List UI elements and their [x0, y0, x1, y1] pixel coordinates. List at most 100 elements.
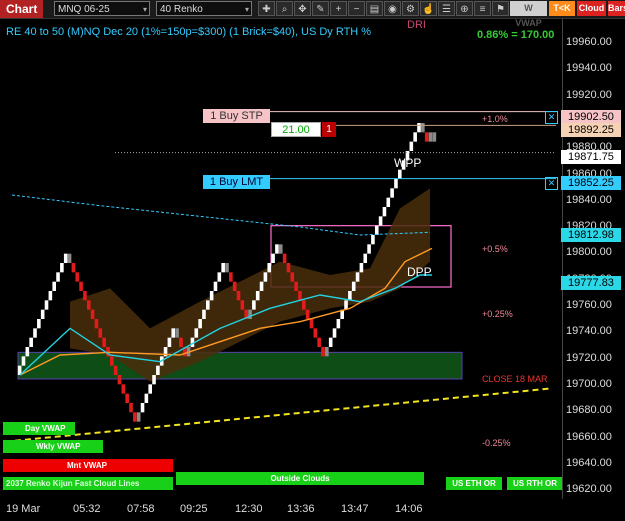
price-tick-label: 19700.00	[566, 377, 612, 390]
renko-brick	[248, 309, 252, 319]
instrument-selector[interactable]: MNQ 06-25 ▾	[54, 1, 150, 16]
renko-brick	[336, 319, 341, 329]
cloud-lines-button[interactable]: 2037 Renko Kijun Fast Cloud Lines	[3, 477, 173, 490]
close-icon[interactable]: ✕	[545, 177, 558, 190]
tok-button[interactable]: T<K	[549, 1, 575, 16]
renko-brick	[432, 132, 437, 142]
day-vwap-button[interactable]: Day VWAP	[3, 422, 75, 435]
camera-icon[interactable]: ◉	[384, 1, 401, 16]
crosshair-icon[interactable]: ✚	[258, 1, 275, 16]
renko-brick	[302, 300, 306, 310]
renko-brick	[255, 291, 260, 301]
renko-brick	[229, 272, 233, 282]
minus-icon[interactable]: −	[348, 1, 365, 16]
renko-brick	[175, 328, 179, 338]
draw-icon[interactable]: ✎	[312, 1, 329, 16]
time-label: 09:25	[180, 503, 208, 515]
renko-brick	[240, 300, 245, 310]
list-icon[interactable]: ≡	[474, 1, 491, 16]
renko-brick	[351, 281, 356, 291]
order-qty-box[interactable]: 21.00	[271, 122, 321, 137]
renko-brick	[263, 272, 268, 282]
renko-brick	[179, 337, 183, 347]
renko-brick	[113, 365, 118, 375]
renko-brick	[167, 337, 172, 347]
renko-brick	[359, 263, 364, 273]
chart-title-tab[interactable]: Chart	[0, 0, 44, 18]
price-box-high: 19892.25	[561, 123, 621, 137]
renko-brick	[56, 272, 60, 282]
price-tick-label: 19640.00	[566, 456, 612, 469]
us-eth-or-button[interactable]: US ETH OR	[446, 477, 502, 490]
plus-icon[interactable]: +	[330, 1, 347, 16]
outside-clouds-button[interactable]: Outside Clouds	[176, 472, 424, 485]
time-label: 13:47	[341, 503, 369, 515]
renko-brick	[417, 123, 421, 133]
time-label: 14:06	[395, 503, 423, 515]
renko-brick	[413, 132, 417, 142]
renko-brick	[71, 263, 76, 273]
renko-brick	[194, 328, 199, 338]
renko-brick	[140, 403, 145, 413]
renko-brick	[136, 412, 141, 422]
template-icon[interactable]: ▤	[366, 1, 383, 16]
price-plot[interactable]	[0, 19, 562, 499]
renko-brick	[259, 281, 264, 291]
cyan-dashed-ma	[11, 194, 431, 236]
flag-icon[interactable]: ⚑	[492, 1, 509, 16]
wpp-label: WPP	[394, 156, 422, 170]
renko-brick	[275, 244, 279, 254]
renko-brick	[48, 291, 53, 301]
w-vwap-button[interactable]: W VWAP	[510, 1, 547, 28]
renko-brick	[110, 356, 114, 366]
pan-icon[interactable]: ✥	[294, 1, 311, 16]
renko-brick	[75, 272, 80, 282]
cloud-button[interactable]: Cloud	[577, 1, 606, 16]
time-label: 05:32	[73, 503, 101, 515]
period-selector[interactable]: 40 Renko ▾	[156, 1, 252, 16]
renko-brick	[374, 225, 379, 235]
trend-line	[4, 387, 553, 443]
renko-brick	[37, 319, 41, 329]
chart-header-title: RE 40 to 50 (M)NQ Dec 20 (1%=150p=$300) …	[6, 26, 372, 38]
us-rth-or-button[interactable]: US RTH OR	[507, 477, 563, 490]
close-label: CLOSE 18 MAR	[482, 374, 548, 384]
zoom-icon[interactable]: ⌕	[276, 1, 293, 16]
renko-brick	[332, 328, 337, 338]
period-value: 40 Renko	[160, 4, 203, 15]
renko-brick	[40, 309, 45, 319]
dri-label: DRI	[407, 19, 426, 31]
renko-brick	[282, 253, 287, 263]
renko-brick	[252, 300, 256, 310]
bars-button[interactable]: Bars	[608, 1, 625, 16]
price-tick-label: 19940.00	[566, 62, 612, 75]
renko-brick	[294, 281, 298, 291]
target-icon[interactable]: ⊕	[456, 1, 473, 16]
price-tick-label: 19620.00	[566, 483, 612, 496]
renko-brick	[363, 253, 368, 263]
renko-brick	[355, 272, 360, 282]
renko-brick	[198, 319, 202, 329]
close-icon[interactable]: ✕	[545, 111, 558, 124]
properties-icon[interactable]: ☰	[438, 1, 455, 16]
buy-stp-order[interactable]: 1 Buy STP	[203, 109, 270, 123]
renko-brick	[371, 235, 375, 245]
renko-brick	[152, 375, 156, 385]
renko-brick	[125, 393, 129, 403]
renko-brick	[79, 281, 83, 291]
renko-brick	[133, 412, 137, 422]
order-count-badge[interactable]: 1	[322, 122, 336, 137]
wkly-vwap-button[interactable]: Wkly VWAP	[3, 440, 103, 453]
renko-brick	[309, 319, 314, 329]
settings-icon[interactable]: ⚙	[402, 1, 419, 16]
hand-icon[interactable]: ☝	[420, 1, 437, 16]
renko-brick	[217, 272, 222, 282]
renko-brick	[236, 291, 241, 301]
renko-brick	[305, 309, 310, 319]
renko-brick	[202, 309, 206, 319]
time-label: 12:30	[235, 503, 263, 515]
buy-lmt-order[interactable]: 1 Buy LMT	[203, 175, 270, 189]
mnt-vwap-button[interactable]: Mnt VWAP	[3, 459, 173, 472]
renko-brick	[129, 403, 133, 413]
renko-brick	[278, 244, 283, 254]
